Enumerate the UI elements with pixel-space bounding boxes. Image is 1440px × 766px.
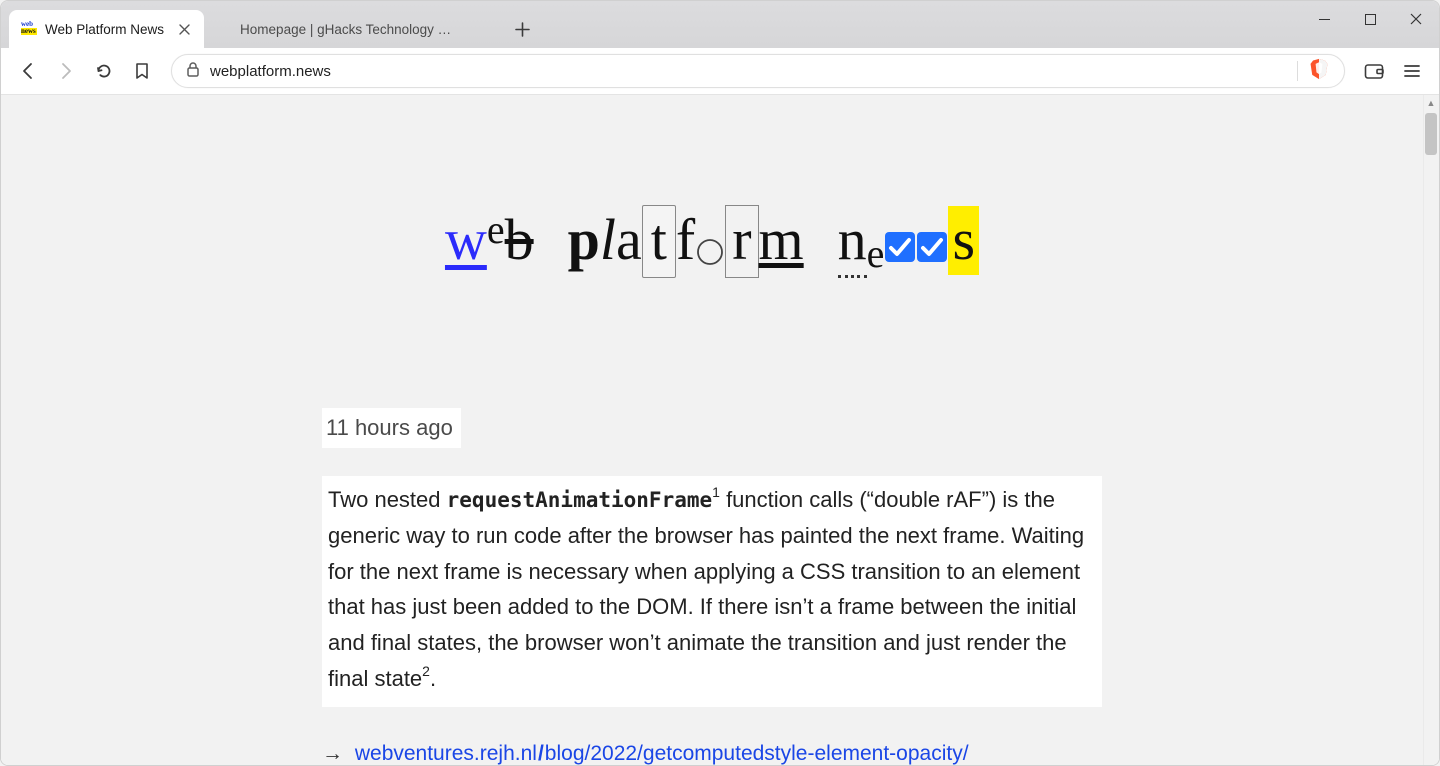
logo-letter-m: m	[759, 206, 804, 273]
tab-web-platform-news[interactable]: webnews Web Platform News	[9, 10, 204, 48]
page-viewport: w e b p l a t f r m n e	[1, 95, 1439, 765]
logo-letter-f: f	[676, 206, 695, 273]
bookmark-button[interactable]	[125, 54, 159, 88]
logo-letter-e2: e	[867, 230, 885, 277]
back-button[interactable]	[11, 54, 45, 88]
article-timestamp: 11 hours ago	[322, 408, 461, 448]
window-controls	[1301, 1, 1439, 37]
logo-letter-b: b	[505, 206, 534, 273]
article-code: requestAnimationFrame	[447, 488, 713, 512]
tab-ghacks[interactable]: Homepage | gHacks Technology News ✕	[204, 10, 498, 48]
site-logo: w e b p l a t f r m n e	[445, 205, 979, 278]
logo-letter-e: e	[487, 206, 505, 253]
separator	[1297, 61, 1298, 81]
article-body: Two nested requestAnimationFrame1 functi…	[322, 476, 1102, 707]
lock-icon	[186, 61, 200, 81]
logo-letter-s: s	[948, 206, 979, 275]
toolbar: webplatform.news	[1, 48, 1439, 95]
logo-letter-t: t	[642, 205, 676, 278]
window-close-button[interactable]	[1393, 1, 1439, 37]
slash-icon: /	[537, 742, 545, 765]
scrollbar-up-arrow-icon[interactable]: ▲	[1423, 95, 1439, 111]
forward-button[interactable]	[49, 54, 83, 88]
logo-checkbox-icon	[884, 231, 948, 263]
article-text: .	[430, 666, 436, 691]
url-text: webplatform.news	[210, 63, 331, 80]
new-tab-button[interactable]	[506, 13, 538, 45]
footnote-ref-2[interactable]: 2	[422, 663, 430, 679]
footnote-ref-1[interactable]: 1	[712, 484, 720, 500]
page-content: w e b p l a t f r m n e	[1, 95, 1423, 765]
window-maximize-button[interactable]	[1347, 1, 1393, 37]
logo-letter-n: n	[838, 206, 867, 278]
tab-title: Web Platform News	[45, 22, 164, 37]
article-text: Two nested	[328, 487, 447, 512]
favicon-ghacks	[216, 21, 232, 37]
wallet-button[interactable]	[1357, 54, 1391, 88]
scrollbar[interactable]: ▲	[1423, 95, 1439, 765]
favicon-wpn: webnews	[21, 21, 37, 37]
reload-button[interactable]	[87, 54, 121, 88]
browser-window: webnews Web Platform News Homepage | gHa…	[0, 0, 1440, 766]
logo-letter-p: p	[568, 206, 600, 273]
tab-close-button[interactable]	[176, 21, 192, 37]
arrow-icon: →	[322, 742, 343, 765]
brave-shields-icon[interactable]	[1308, 58, 1330, 84]
article: 11 hours ago Two nested requestAnimation…	[322, 408, 1102, 765]
logo-letter-a: a	[616, 206, 642, 273]
tab-strip: webnews Web Platform News Homepage | gHa…	[1, 1, 1439, 48]
logo-letter-l: l	[600, 206, 616, 273]
scrollbar-thumb[interactable]	[1425, 113, 1437, 155]
window-minimize-button[interactable]	[1301, 1, 1347, 37]
tab-title: Homepage | gHacks Technology News	[240, 22, 458, 37]
address-bar[interactable]: webplatform.news	[171, 54, 1345, 88]
article-text: function calls (“double rAF”) is the gen…	[328, 487, 1084, 691]
article-source-link: → webventures.rejh.nl/blog/2022/getcompu…	[322, 737, 1102, 765]
address-right	[1297, 58, 1330, 84]
logo-letter-r: r	[725, 205, 758, 278]
logo-circle-icon	[695, 229, 725, 259]
logo-letter-w: w	[445, 206, 487, 273]
menu-button[interactable]	[1395, 54, 1429, 88]
source-link[interactable]: webventures.rejh.nl/blog/2022/getcompute…	[355, 742, 969, 765]
